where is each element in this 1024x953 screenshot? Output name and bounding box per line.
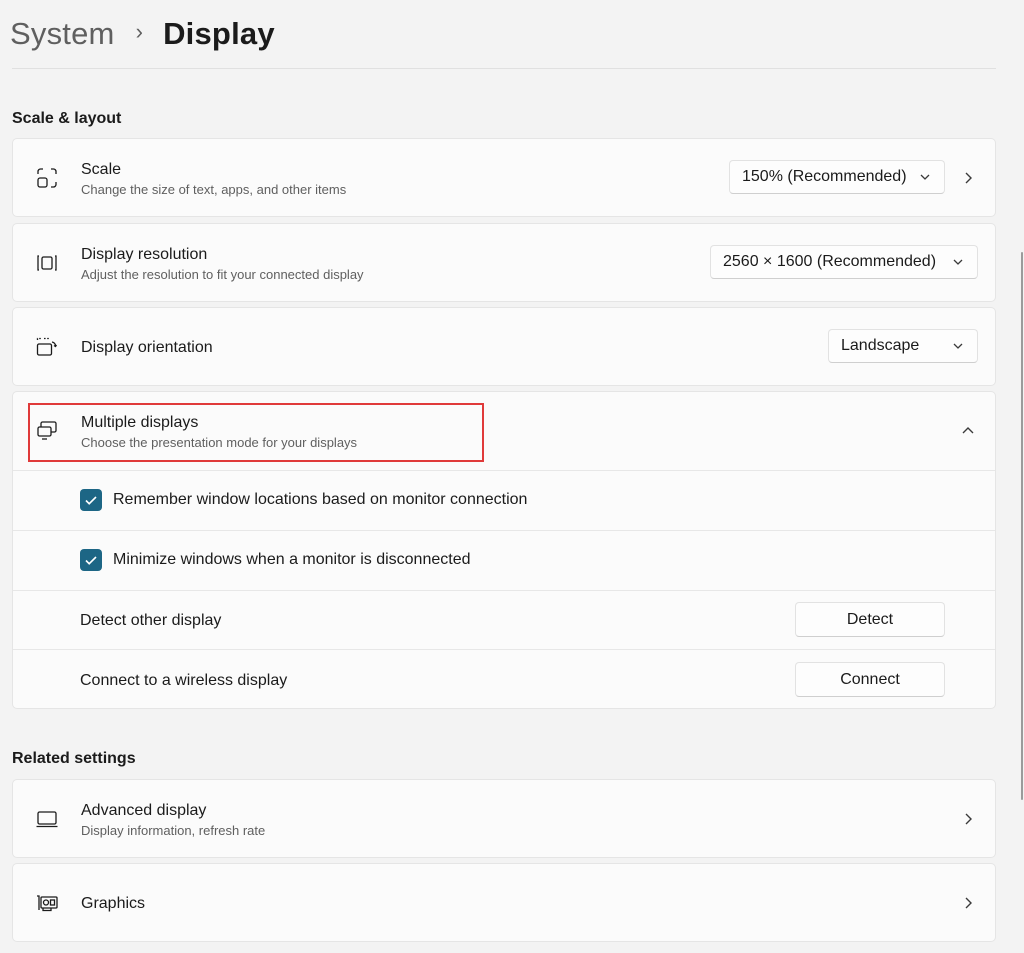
scale-icon bbox=[35, 166, 59, 190]
detect-button[interactable]: Detect bbox=[795, 602, 945, 637]
chevron-down-icon bbox=[953, 259, 963, 265]
resolution-icon bbox=[35, 251, 59, 275]
chevron-down-icon bbox=[953, 343, 963, 349]
scale-subtitle: Change the size of text, apps, and other… bbox=[81, 182, 347, 197]
checkmark-icon bbox=[85, 496, 97, 505]
vertical-scrollbar[interactable] bbox=[1021, 252, 1023, 800]
checkmark-icon bbox=[85, 556, 97, 565]
remember-window-locations-checkbox[interactable] bbox=[80, 489, 102, 511]
scale-dropdown[interactable]: 150% (Recommended) bbox=[729, 160, 945, 194]
section-heading-scale-layout: Scale & layout bbox=[12, 110, 122, 127]
advanced-display-subtitle: Display information, refresh rate bbox=[81, 823, 266, 838]
monitor-icon bbox=[35, 807, 59, 831]
display-orientation-dropdown[interactable]: Landscape bbox=[828, 329, 978, 363]
chevron-down-icon bbox=[920, 174, 930, 180]
remember-window-locations-label: Remember window locations based on monit… bbox=[113, 491, 528, 508]
chevron-right-icon[interactable] bbox=[961, 896, 975, 910]
display-resolution-subtitle: Adjust the resolution to fit your connec… bbox=[81, 267, 364, 282]
scale-card: Scale Change the size of text, apps, and… bbox=[12, 138, 996, 217]
minimize-windows-checkbox[interactable] bbox=[80, 549, 102, 571]
advanced-display-card[interactable]: Advanced display Display information, re… bbox=[12, 779, 996, 858]
highlight-box bbox=[28, 403, 484, 462]
breadcrumb-separator: › bbox=[135, 19, 144, 44]
connect-button[interactable]: Connect bbox=[795, 662, 945, 697]
header-divider bbox=[12, 68, 996, 69]
scale-title: Scale bbox=[81, 161, 122, 178]
divider bbox=[13, 530, 995, 531]
minimize-windows-label: Minimize windows when a monitor is disco… bbox=[113, 551, 471, 568]
display-resolution-value: 2560 × 1600 (Recommended) bbox=[723, 253, 937, 270]
breadcrumb: System › Display bbox=[10, 12, 275, 56]
detect-other-display-label: Detect other display bbox=[80, 612, 222, 629]
orientation-icon bbox=[35, 335, 59, 359]
divider bbox=[13, 590, 995, 591]
graphics-card[interactable]: Graphics bbox=[12, 863, 996, 942]
connect-wireless-display-label: Connect to a wireless display bbox=[80, 672, 288, 689]
display-orientation-title: Display orientation bbox=[81, 339, 213, 356]
divider bbox=[13, 649, 995, 650]
breadcrumb-system-link[interactable]: System bbox=[10, 16, 115, 52]
chevron-up-icon[interactable] bbox=[961, 424, 975, 438]
display-resolution-card: Display resolution Adjust the resolution… bbox=[12, 223, 996, 302]
display-resolution-dropdown[interactable]: 2560 × 1600 (Recommended) bbox=[710, 245, 978, 279]
chevron-right-icon[interactable] bbox=[961, 812, 975, 826]
page-title: Display bbox=[163, 16, 275, 51]
graphics-title: Graphics bbox=[81, 895, 146, 912]
display-orientation-value: Landscape bbox=[841, 337, 920, 354]
chevron-right-icon[interactable] bbox=[961, 171, 975, 185]
display-orientation-card: Display orientation Landscape bbox=[12, 307, 996, 386]
advanced-display-title: Advanced display bbox=[81, 802, 207, 819]
display-resolution-title: Display resolution bbox=[81, 246, 208, 263]
section-heading-related-settings: Related settings bbox=[12, 750, 136, 767]
divider bbox=[13, 470, 995, 471]
scale-dropdown-value: 150% (Recommended) bbox=[742, 168, 907, 185]
graphics-card-icon bbox=[35, 891, 59, 915]
